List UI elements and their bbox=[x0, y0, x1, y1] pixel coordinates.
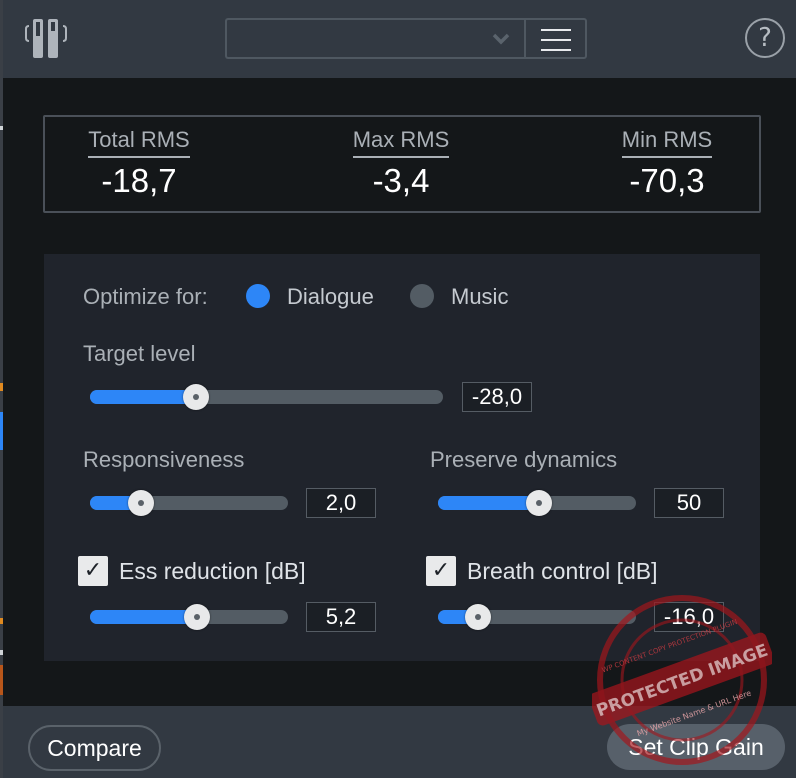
preserve-dynamics-value[interactable]: 50 bbox=[654, 488, 724, 518]
total-rms-label: Total RMS bbox=[88, 127, 190, 158]
preserve-dynamics-slider-fill bbox=[438, 496, 539, 510]
ess-reduction-slider[interactable] bbox=[90, 604, 288, 630]
min-rms: Min RMS -70,3 bbox=[617, 127, 717, 200]
optimize-for-label: Optimize for: bbox=[83, 284, 208, 309]
rms-readout-panel: Total RMS -18,7 Max RMS -3,4 Min RMS -70… bbox=[43, 115, 761, 213]
breath-control-slider[interactable] bbox=[438, 604, 636, 630]
ess-reduction-label[interactable]: Ess reduction [dB] bbox=[119, 558, 306, 585]
total-rms: Total RMS -18,7 bbox=[81, 127, 197, 200]
app-logo-icon bbox=[25, 18, 67, 60]
help-button[interactable]: ? bbox=[745, 18, 785, 58]
chevron-down-icon bbox=[491, 29, 511, 49]
hamburger-icon bbox=[541, 29, 571, 31]
max-rms-value: -3,4 bbox=[372, 162, 430, 199]
set-clip-gain-button[interactable]: Set Clip Gain bbox=[607, 724, 785, 770]
target-level-slider[interactable] bbox=[90, 384, 443, 410]
total-rms-value: -18,7 bbox=[101, 162, 177, 199]
ess-reduction-slider-thumb[interactable] bbox=[183, 604, 210, 630]
ess-reduction-checkbox[interactable]: ✓ bbox=[78, 556, 108, 586]
target-level-label: Target level bbox=[83, 341, 196, 366]
preserve-dynamics-label: Preserve dynamics bbox=[430, 447, 618, 472]
radio-music-label[interactable]: Music bbox=[451, 284, 508, 310]
checkmark-icon: ✓ bbox=[83, 558, 103, 583]
question-mark-icon: ? bbox=[758, 23, 772, 53]
breath-control-value[interactable]: -16,0 bbox=[654, 602, 724, 632]
preset-dropdown[interactable] bbox=[225, 18, 525, 59]
max-rms-label: Max RMS bbox=[352, 127, 450, 158]
footer-bar: Compare Set Clip Gain bbox=[3, 706, 796, 778]
target-level-slider-thumb[interactable] bbox=[182, 384, 209, 410]
menu-button[interactable] bbox=[524, 18, 587, 59]
responsiveness-slider[interactable] bbox=[90, 490, 288, 516]
breath-control-label[interactable]: Breath control [dB] bbox=[467, 558, 658, 585]
hamburger-icon-line bbox=[541, 49, 571, 51]
compare-button[interactable]: Compare bbox=[28, 725, 161, 771]
max-rms: Max RMS -3,4 bbox=[349, 127, 453, 200]
responsiveness-label: Responsiveness bbox=[83, 447, 245, 472]
checkmark-icon: ✓ bbox=[431, 558, 451, 583]
target-level-slider-fill bbox=[90, 390, 196, 404]
target-level-value[interactable]: -28,0 bbox=[462, 382, 532, 412]
radio-dialogue-label[interactable]: Dialogue bbox=[287, 284, 374, 310]
responsiveness-value[interactable]: 2,0 bbox=[306, 488, 376, 518]
preserve-dynamics-slider[interactable] bbox=[438, 490, 636, 516]
radio-music[interactable] bbox=[410, 284, 434, 308]
hamburger-icon-line bbox=[541, 39, 571, 41]
ess-reduction-value[interactable]: 5,2 bbox=[306, 602, 376, 632]
breath-control-slider-thumb[interactable] bbox=[464, 604, 491, 630]
header-bar: ? bbox=[3, 0, 796, 78]
min-rms-label: Min RMS bbox=[621, 127, 713, 158]
radio-dialogue[interactable] bbox=[246, 284, 270, 308]
ess-reduction-slider-fill bbox=[90, 610, 197, 624]
breath-control-checkbox[interactable]: ✓ bbox=[426, 556, 456, 586]
min-rms-value: -70,3 bbox=[629, 162, 705, 199]
preserve-dynamics-slider-thumb[interactable] bbox=[525, 490, 552, 516]
